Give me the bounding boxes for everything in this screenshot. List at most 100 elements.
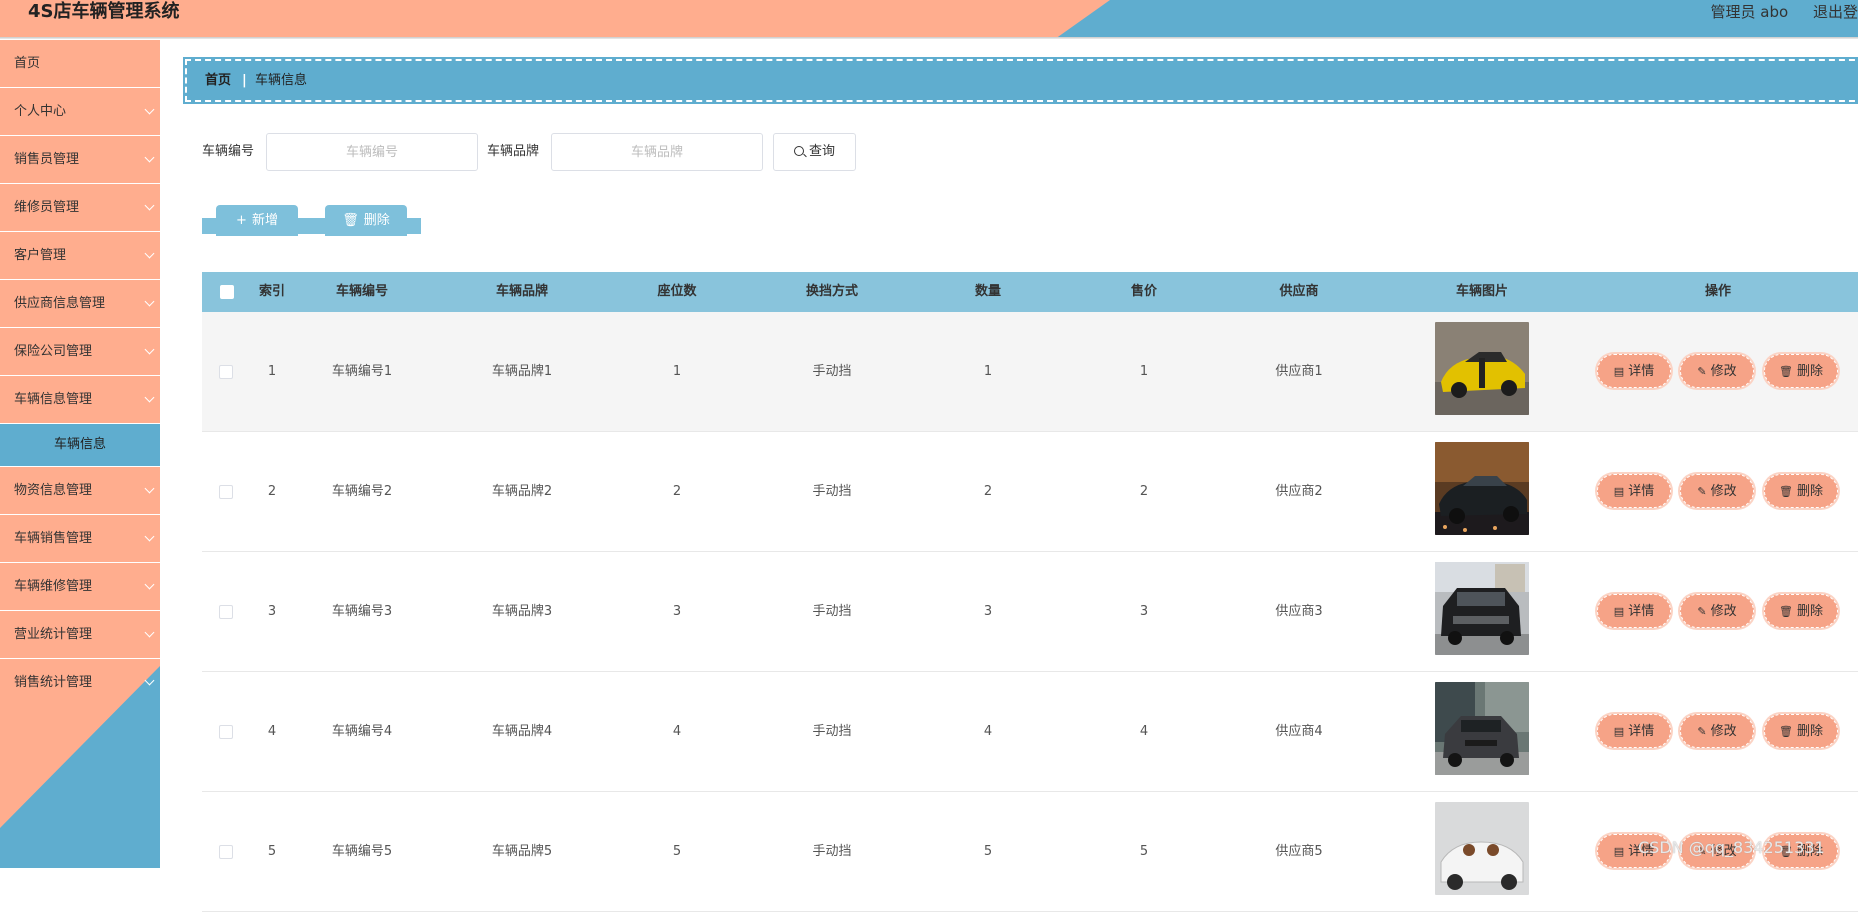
edit-button-label: 修改 — [1710, 724, 1737, 739]
table-header: 索引 车辆编号 车辆品牌 座位数 换挡方式 数量 售价 供应商 车辆图片 操作 — [202, 272, 1858, 312]
admin-user-label: 管理员 abo — [1710, 3, 1789, 21]
breadcrumb-current: 车辆信息 — [255, 73, 308, 88]
delete-button-face: 🗑 删除 — [325, 205, 407, 236]
row-checkbox[interactable] — [219, 725, 233, 739]
cell-price: 3 — [1139, 604, 1149, 619]
sidebar-item-vehicle-repair[interactable]: 车辆维修管理 — [0, 563, 160, 611]
cell-vehicle-code: 车辆编号1 — [331, 364, 393, 379]
chevron-down-icon — [144, 627, 155, 638]
delete-button-label: 删除 — [363, 213, 390, 228]
detail-button[interactable]: ▤ 详情 — [1597, 714, 1671, 748]
table-row: 4 车辆编号4 车辆品牌4 4 手动挡 4 4 供应商4 ▤ 详情 ✎ 修改 🗑 删除 — [202, 672, 1858, 792]
edit-button[interactable]: ✎ 修改 — [1680, 714, 1754, 748]
sidebar-menu: 首页 个人中心 销售员管理 维修员管理 客户管理 供应商信息管理 保险公司管理 … — [0, 40, 160, 706]
chevron-down-icon — [144, 483, 155, 494]
detail-button[interactable]: ▤ 详情 — [1597, 474, 1671, 508]
vehicle-code-input[interactable] — [266, 133, 478, 171]
document-icon: ▤ — [1613, 605, 1625, 618]
cell-vehicle-brand: 车辆品牌2 — [491, 484, 553, 499]
sidebar-subitem-vehicle-info[interactable]: 车辆信息 — [0, 424, 160, 467]
delete-button[interactable]: 🗑 删除 — [1764, 474, 1838, 508]
cell-supplier: 供应商2 — [1275, 484, 1323, 499]
cell-seats: 2 — [672, 484, 682, 499]
sidebar-item-label: 车辆维修管理 — [14, 579, 93, 594]
delete-button[interactable]: 🗑 删除 — [1764, 714, 1838, 748]
cell-price: 1 — [1139, 364, 1149, 379]
edit-button-label: 修改 — [1710, 604, 1737, 619]
row-checkbox[interactable] — [219, 605, 233, 619]
logout-link[interactable]: 退出登 — [1813, 3, 1858, 21]
detail-button-label: 详情 — [1628, 364, 1655, 379]
row-checkbox[interactable] — [219, 485, 233, 499]
sidebar-item-label: 供应商信息管理 — [14, 296, 106, 311]
row-checkbox[interactable] — [219, 845, 233, 859]
cell-vehicle-code: 车辆编号5 — [331, 844, 393, 859]
cell-quantity: 1 — [983, 364, 993, 379]
sidebar-item-salesperson[interactable]: 销售员管理 — [0, 136, 160, 184]
select-all-checkbox[interactable] — [220, 285, 234, 299]
detail-button[interactable]: ▤ 详情 — [1597, 354, 1671, 388]
detail-button-label: 详情 — [1628, 604, 1655, 619]
grey-hatchback-image — [1435, 682, 1529, 775]
search-icon — [793, 146, 804, 156]
cell-quantity: 2 — [983, 484, 993, 499]
chevron-down-icon — [144, 344, 155, 355]
table-row: 1 车辆编号1 车辆品牌1 1 手动挡 1 1 供应商1 ▤ 详情 ✎ 修改 🗑 删除 — [202, 312, 1858, 432]
chevron-down-icon — [144, 296, 155, 307]
sidebar-item-vehicle-info-mgmt[interactable]: 车辆信息管理 — [0, 376, 160, 424]
row-checkbox[interactable] — [219, 365, 233, 379]
cell-transmission: 手动挡 — [812, 604, 852, 619]
sidebar-item-home[interactable]: 首页 — [0, 40, 160, 88]
cell-transmission: 手动挡 — [812, 484, 852, 499]
pencil-icon: ✎ — [1697, 365, 1707, 378]
cell-quantity: 5 — [983, 844, 993, 859]
sidebar-item-label: 个人中心 — [14, 104, 67, 119]
table-row: 5 车辆编号5 车辆品牌5 5 手动挡 5 5 供应商5 ▤ 详情 ✎ 修改 🗑 删除 — [202, 792, 1858, 912]
edit-button[interactable]: ✎ 修改 — [1680, 354, 1754, 388]
sidebar-item-materials[interactable]: 物资信息管理 — [0, 467, 160, 515]
cell-supplier: 供应商5 — [1275, 844, 1323, 859]
sidebar-item-customer[interactable]: 客户管理 — [0, 232, 160, 280]
sidebar-item-supplier[interactable]: 供应商信息管理 — [0, 280, 160, 328]
sidebar-item-vehicle-sales[interactable]: 车辆销售管理 — [0, 515, 160, 563]
cell-seats: 1 — [672, 364, 682, 379]
delete-button-label: 删除 — [1796, 364, 1823, 379]
sidebar-item-label: 销售统计管理 — [14, 675, 93, 690]
table-row: 2 车辆编号2 车辆品牌2 2 手动挡 2 2 供应商2 ▤ 详情 ✎ 修改 🗑 删除 — [202, 432, 1858, 552]
vehicle-brand-label: 车辆品牌 — [487, 144, 540, 159]
cell-vehicle-brand: 车辆品牌5 — [491, 844, 553, 859]
sidebar-item-sales-stats[interactable]: 销售统计管理 — [0, 659, 160, 706]
pencil-icon: ✎ — [1697, 725, 1707, 738]
delete-button-label: 删除 — [1796, 724, 1823, 739]
col-price: 售价 — [1130, 284, 1157, 299]
chevron-down-icon — [144, 104, 155, 115]
sidebar-item-personal-center[interactable]: 个人中心 — [0, 88, 160, 136]
delete-button[interactable]: 🗑 删除 — [1764, 354, 1838, 388]
delete-button[interactable]: 🗑 删除 — [1764, 594, 1838, 628]
pencil-icon: ✎ — [1697, 605, 1707, 618]
document-icon: ▤ — [1613, 725, 1625, 738]
trash-icon: 🗑 — [1779, 485, 1793, 498]
detail-button-label: 详情 — [1628, 724, 1655, 739]
edit-button[interactable]: ✎ 修改 — [1680, 474, 1754, 508]
vehicle-table: 索引 车辆编号 车辆品牌 座位数 换挡方式 数量 售价 供应商 车辆图片 操作 … — [202, 272, 1858, 912]
col-vehicle-brand: 车辆品牌 — [495, 284, 548, 299]
cell-index: 3 — [267, 604, 277, 619]
sidebar-item-insurance[interactable]: 保险公司管理 — [0, 328, 160, 376]
cell-index: 2 — [267, 484, 277, 499]
edit-button[interactable]: ✎ 修改 — [1680, 594, 1754, 628]
query-button[interactable]: 查询 — [773, 133, 856, 171]
dark-sports-car-image — [1435, 442, 1529, 535]
detail-button[interactable]: ▤ 详情 — [1597, 594, 1671, 628]
sidebar: 首页 个人中心 销售员管理 维修员管理 客户管理 供应商信息管理 保险公司管理 … — [0, 40, 160, 868]
sidebar-item-business-stats[interactable]: 营业统计管理 — [0, 611, 160, 659]
breadcrumb-home[interactable]: 首页 — [205, 61, 231, 101]
sidebar-subitem-label: 车辆信息 — [53, 437, 106, 452]
sidebar-item-mechanic[interactable]: 维修员管理 — [0, 184, 160, 232]
pencil-icon: ✎ — [1697, 485, 1707, 498]
cell-transmission: 手动挡 — [812, 364, 852, 379]
vehicle-brand-input[interactable] — [551, 133, 763, 171]
white-roadster-image — [1435, 802, 1529, 895]
cell-vehicle-brand: 车辆品牌1 — [491, 364, 553, 379]
plus-icon: + — [236, 213, 247, 228]
